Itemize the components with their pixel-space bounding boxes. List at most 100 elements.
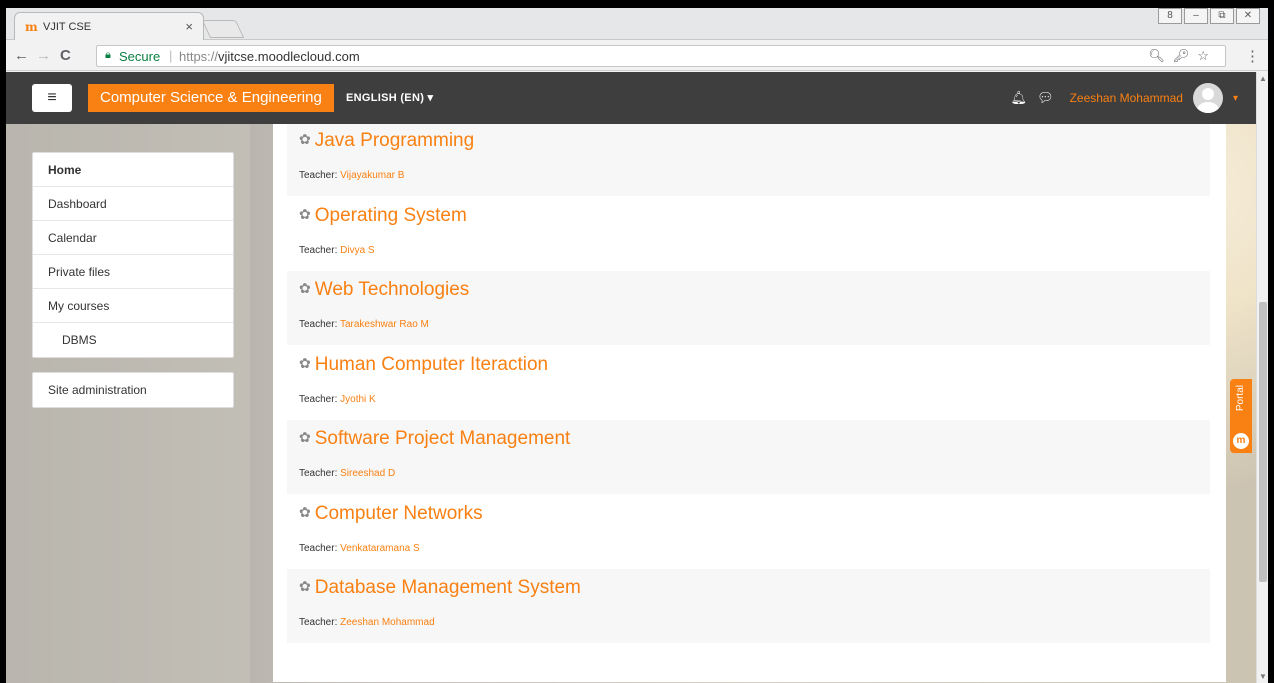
sidebar-item[interactable]: Home bbox=[33, 153, 233, 187]
sidebar-item[interactable]: Dashboard bbox=[33, 187, 233, 221]
url-text: https://vjitcse.moodlecloud.com bbox=[179, 49, 360, 64]
tab-title: VJIT CSE bbox=[43, 21, 92, 33]
teacher-name-link[interactable]: Vijayakumar B bbox=[340, 170, 404, 181]
course-title-link[interactable]: ✿ Java Programming bbox=[299, 130, 474, 152]
course-teacher: Teacher: Vijayakumar B bbox=[299, 170, 404, 181]
sidebar-item[interactable]: DBMS bbox=[33, 323, 233, 357]
teacher-label: Teacher: bbox=[299, 244, 341, 256]
course-title[interactable]: Web Technologies bbox=[315, 279, 470, 300]
course-item: ✿ Operating System Teacher: Divya S bbox=[287, 197, 1210, 271]
course-icon: ✿ bbox=[299, 131, 311, 147]
moodle-favicon-icon: m bbox=[25, 20, 38, 34]
drawer-toggle-button[interactable]: ≡ bbox=[32, 84, 72, 112]
nav-drawer: Home Dashboard Calendar Private files My cou… bbox=[6, 124, 250, 683]
course-item: ✿ Database Management System Teacher: Zees… bbox=[287, 569, 1210, 643]
teacher-name-link[interactable]: Divya S bbox=[340, 245, 374, 256]
scrollbar[interactable]: ▲ ▼ bbox=[1256, 72, 1268, 683]
scroll-down-icon[interactable]: ▼ bbox=[1259, 672, 1267, 681]
teacher-label: Teacher: bbox=[299, 617, 341, 628]
course-title[interactable]: Human Computer Iteraction bbox=[315, 354, 548, 375]
reload-icon[interactable]: C bbox=[60, 47, 71, 64]
nav-block-main: Home Dashboard Calendar Private files My cou… bbox=[32, 152, 234, 358]
course-teacher: Teacher: Divya S bbox=[299, 245, 375, 256]
forward-arrow-icon[interactable]: → bbox=[36, 47, 51, 64]
teacher-label: Teacher: bbox=[299, 170, 341, 181]
bell-icon[interactable]: 🔔︎ bbox=[1011, 90, 1028, 106]
teacher-name-link[interactable]: Jyothi K bbox=[340, 394, 376, 405]
back-arrow-icon[interactable]: ← bbox=[14, 47, 29, 64]
new-tab-button[interactable] bbox=[201, 20, 245, 38]
address-bar[interactable]: 🔒︎ Secure | https://vjitcse.moodlecloud.… bbox=[96, 45, 1226, 67]
address-toolbar: ← → C 🔒︎ Secure | https://vjitcse.moodle… bbox=[6, 41, 1268, 71]
sidebar-item[interactable]: Private files bbox=[33, 255, 233, 289]
url-protocol: https:// bbox=[179, 49, 219, 64]
sidebar-item[interactable]: Calendar bbox=[33, 221, 233, 255]
course-title-link[interactable]: ✿ Operating System bbox=[299, 205, 467, 227]
page-viewport: ≡ Computer Science & Engineering ENGLISH… bbox=[6, 72, 1256, 683]
course-title-link[interactable]: ✿ Web Technologies bbox=[299, 279, 469, 301]
teacher-name-link[interactable]: Sireeshad D bbox=[340, 468, 395, 479]
url-host: vjitcse.moodlecloud.com bbox=[218, 49, 360, 64]
course-title[interactable]: Operating System bbox=[315, 205, 467, 226]
course-teacher: Teacher: Tarakeshwar Rao M bbox=[299, 319, 429, 330]
scrollbar-thumb[interactable] bbox=[1259, 302, 1267, 582]
course-title-link[interactable]: ✿ Computer Networks bbox=[299, 503, 483, 525]
course-icon: ✿ bbox=[299, 503, 311, 520]
course-title[interactable]: Database Management System bbox=[315, 577, 581, 598]
course-icon: ✿ bbox=[299, 280, 311, 296]
lock-icon: 🔒︎ bbox=[105, 49, 111, 61]
maximize-button[interactable]: ⧉ bbox=[1210, 8, 1234, 24]
minimize-button[interactable]: – bbox=[1184, 8, 1208, 24]
tab-close-icon[interactable]: × bbox=[185, 19, 193, 34]
chevron-down-icon[interactable]: ▾ bbox=[1233, 93, 1238, 104]
course-teacher: Teacher: Sireeshad D bbox=[299, 468, 395, 479]
user-name[interactable]: Zeeshan Mohammad bbox=[1070, 91, 1183, 105]
course-title-link[interactable]: ✿ Software Project Management bbox=[299, 428, 570, 450]
course-title-link[interactable]: ✿ Database Management System bbox=[299, 577, 581, 599]
course-item: ✿ Software Project Management Teacher: Sir… bbox=[287, 420, 1210, 494]
teacher-label: Teacher: bbox=[299, 393, 341, 405]
nav-block-admin: Site administration bbox=[32, 372, 234, 408]
sidebar-item[interactable]: Site administration bbox=[33, 373, 233, 407]
secure-label: Secure bbox=[119, 49, 161, 64]
course-title[interactable]: Computer Networks bbox=[315, 503, 483, 524]
teacher-label: Teacher: bbox=[299, 468, 341, 479]
course-title[interactable]: Java Programming bbox=[315, 130, 474, 151]
course-item: ✿ Human Computer Iteraction Teacher: Jyoth… bbox=[287, 346, 1210, 420]
browser-menu-icon[interactable]: ⋮ bbox=[1245, 47, 1260, 65]
chat-icon[interactable]: 💬︎ bbox=[1037, 90, 1054, 106]
close-window-button[interactable]: ✕ bbox=[1236, 8, 1260, 24]
language-menu[interactable]: ENGLISH (EN) ▾ bbox=[346, 91, 433, 104]
window-controls: 8 – ⧉ ✕ bbox=[1158, 8, 1260, 24]
course-list: ✿ Java Programming Teacher: Vijayakumar B ✿… bbox=[273, 124, 1226, 682]
portal-tab[interactable]: Portal m bbox=[1230, 379, 1252, 453]
teacher-name-link[interactable]: Venkataramana S bbox=[340, 543, 420, 554]
course-title[interactable]: Software Project Management bbox=[315, 428, 571, 449]
course-icon: ✿ bbox=[299, 354, 311, 371]
course-title-link[interactable]: ✿ Human Computer Iteraction bbox=[299, 354, 548, 376]
moodle-icon: m bbox=[1233, 433, 1249, 449]
course-teacher: Teacher: Zeeshan Mohammad bbox=[299, 617, 435, 628]
course-icon: ✿ bbox=[299, 429, 311, 445]
separator: | bbox=[169, 48, 173, 63]
course-teacher: Teacher: Venkataramana S bbox=[299, 543, 420, 554]
teacher-name-link[interactable]: Zeeshan Mohammad bbox=[340, 617, 435, 628]
teacher-name-link[interactable]: Tarakeshwar Rao M bbox=[340, 319, 429, 330]
site-name-link[interactable]: Computer Science & Engineering bbox=[88, 84, 334, 112]
teacher-label: Teacher: bbox=[299, 319, 340, 330]
scroll-up-icon[interactable]: ▲ bbox=[1259, 74, 1267, 83]
omnibox-actions-icons[interactable]: 🔍︎🔑︎☆ bbox=[1148, 48, 1217, 64]
course-icon: ✿ bbox=[299, 578, 311, 594]
tab-strip: m VJIT CSE × 8 – ⧉ ✕ bbox=[6, 8, 1268, 40]
user-area: 🔔︎ 💬︎ Zeeshan Mohammad ▾ bbox=[1011, 83, 1238, 113]
sidebar-item[interactable]: My courses bbox=[33, 289, 233, 323]
course-item: ✿ Computer Networks Teacher: Venkataramana… bbox=[287, 495, 1210, 569]
top-navbar: ≡ Computer Science & Engineering ENGLISH… bbox=[6, 72, 1256, 124]
course-item: ✿ Java Programming Teacher: Vijayakumar B bbox=[287, 124, 1210, 196]
course-teacher: Teacher: Jyothi K bbox=[299, 394, 376, 405]
browser-tab[interactable]: m VJIT CSE × bbox=[14, 12, 204, 40]
avatar[interactable] bbox=[1192, 83, 1223, 113]
teacher-label: Teacher: bbox=[299, 542, 341, 554]
profile-icon[interactable]: 8 bbox=[1158, 8, 1182, 24]
portal-label: Portal bbox=[1235, 385, 1246, 412]
